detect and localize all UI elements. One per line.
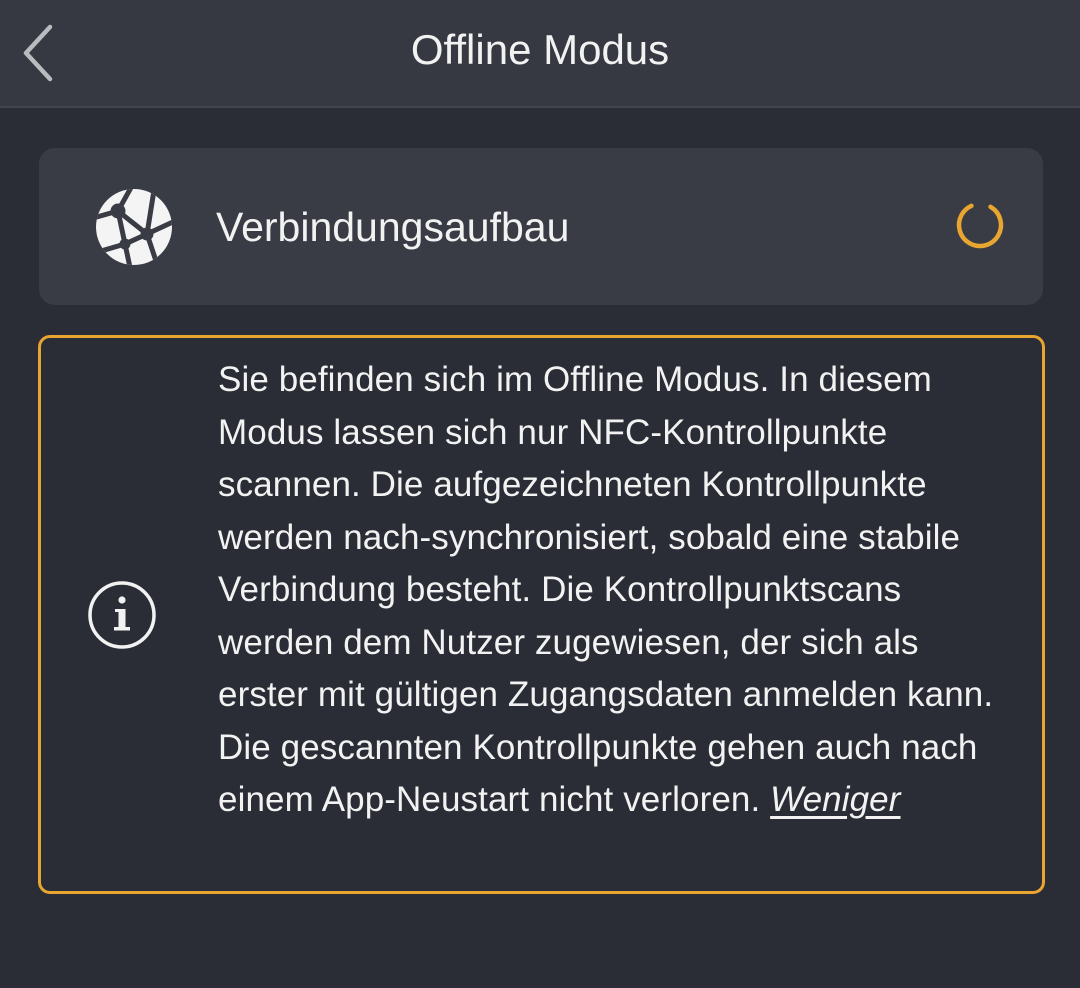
app-header: Offline Modus [0,0,1080,108]
page-title: Offline Modus [410,26,670,73]
info-description: Sie befinden sich im Offline Modus. In d… [218,360,994,819]
connection-status-card[interactable]: Verbindungsaufbau [39,148,1043,305]
globe-network-icon [96,189,172,265]
loading-spinner-icon [956,201,1004,249]
info-circle-icon [88,581,156,649]
connection-label: Verbindungsaufbau [216,204,570,250]
show-less-link[interactable]: Weniger [770,780,900,819]
info-text: Sie befinden sich im Offline Modus. In d… [218,354,1018,827]
offline-info-box: Sie befinden sich im Offline Modus. In d… [38,335,1045,894]
